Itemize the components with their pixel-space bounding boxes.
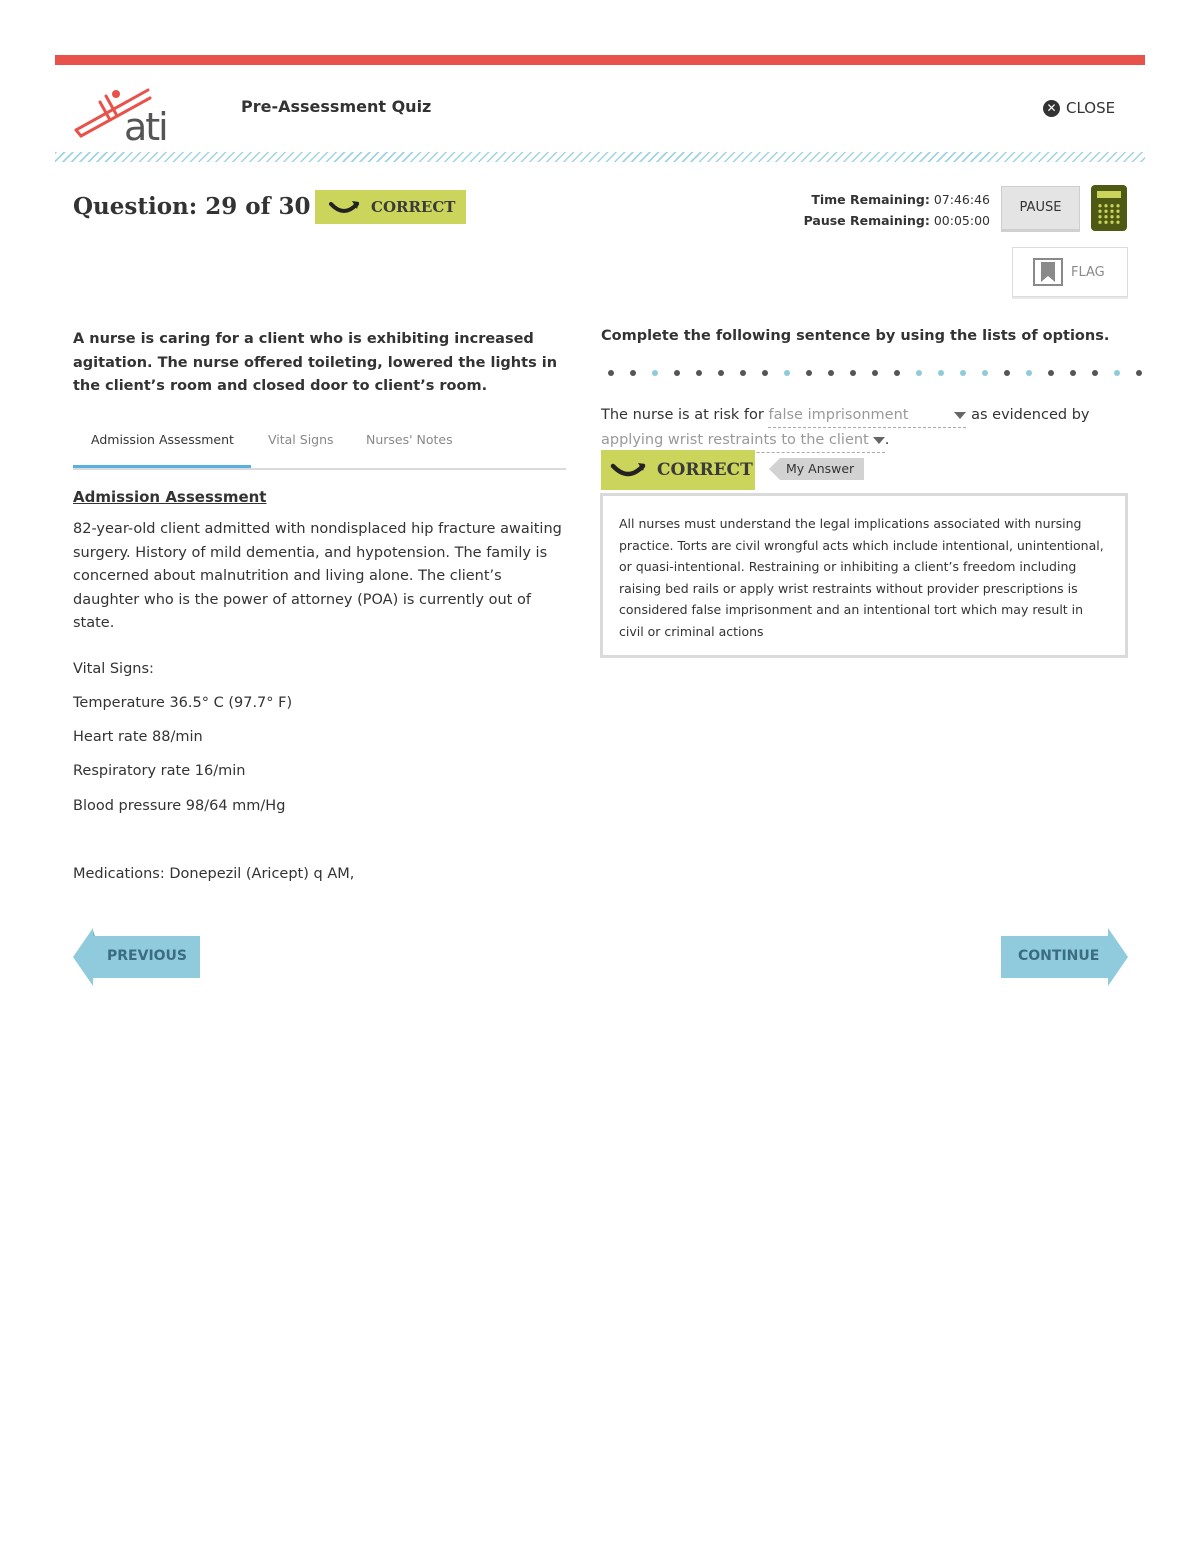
progress-dot <box>1136 370 1142 376</box>
close-icon: ✕ <box>1043 99 1060 117</box>
ati-logo: ati <box>72 80 192 150</box>
sentence-end: . <box>884 432 890 448</box>
rationale-box: All nurses must understand the legal imp… <box>600 493 1128 658</box>
timer-block: Time Remaining: 07:46:46 Pause Remaining… <box>760 189 990 231</box>
flag-button[interactable]: FLAG <box>1012 247 1128 297</box>
continue-label: CONTINUE <box>1018 948 1100 964</box>
sentence-part2: as evidenced by <box>971 407 1090 423</box>
progress-dot <box>1070 370 1076 376</box>
quiz-title: Pre-Assessment Quiz <box>241 97 432 116</box>
chevron-down-icon <box>954 412 967 419</box>
correct-icon <box>329 201 359 213</box>
previous-button[interactable]: PREVIOUS <box>73 928 201 986</box>
sentence-part1: The nurse is at risk for <box>601 407 764 423</box>
pause-remaining-label: Pause Remaining: <box>803 213 930 228</box>
header-divider <box>55 152 1145 162</box>
vital-temperature: Temperature 36.5° C (97.7° F) <box>73 695 293 711</box>
time-remaining-label: Time Remaining: <box>811 192 930 207</box>
progress-dot <box>806 370 812 376</box>
progress-dot <box>1114 370 1120 376</box>
progress-dot <box>630 370 636 376</box>
question-stem: A nurse is caring for a client who is ex… <box>73 331 558 394</box>
bookmark-icon <box>1033 258 1063 286</box>
dropdown-evidence-value: applying wrist restraints to the client <box>601 432 869 448</box>
pause-remaining-value: 00:05:00 <box>933 213 990 228</box>
progress-dot <box>1048 370 1054 376</box>
progress-dot <box>916 370 922 376</box>
progress-dot <box>1092 370 1098 376</box>
close-button[interactable]: ✕ CLOSE <box>1043 99 1115 117</box>
cloze-sentence: The nurse is at risk for false imprisonm… <box>601 403 1121 453</box>
progress-dot <box>960 370 966 376</box>
correct-badge: CORRECT <box>315 190 466 224</box>
calculator-icon[interactable] <box>1091 185 1127 231</box>
dropdown-risk-value: false imprisonment <box>768 407 909 423</box>
continue-button[interactable]: CONTINUE <box>1000 928 1128 986</box>
flag-label: FLAG <box>1071 264 1105 280</box>
admission-panel: Admission Assessment 82-year-old client … <box>73 488 568 636</box>
question-prompt: Complete the following sentence by using… <box>601 328 1110 344</box>
my-answer-tag[interactable]: My Answer <box>769 458 865 480</box>
admission-title: Admission Assessment <box>73 488 267 506</box>
progress-dot <box>718 370 724 376</box>
progress-dot <box>894 370 900 376</box>
active-tab-indicator <box>73 465 251 468</box>
correct-icon <box>610 463 646 477</box>
progress-dot <box>872 370 878 376</box>
progress-dot <box>828 370 834 376</box>
vitals-heading: Vital Signs: <box>73 661 154 677</box>
dropdown-risk[interactable]: false imprisonment <box>768 403 967 428</box>
arrow-left-icon <box>769 458 780 480</box>
time-remaining-value: 07:46:46 <box>933 192 990 207</box>
chevron-down-icon <box>872 436 885 444</box>
progress-dots <box>608 370 1142 382</box>
previous-label: PREVIOUS <box>107 948 188 964</box>
correct-badge-label: CORRECT <box>371 198 456 216</box>
tab-vital-signs[interactable]: Vital Signs <box>268 432 334 447</box>
admission-body: 82-year-old client admitted with nondisp… <box>73 521 562 631</box>
my-answer-label: My Answer <box>780 458 865 480</box>
pause-button[interactable]: PAUSE <box>1001 186 1080 230</box>
progress-dot <box>784 370 790 376</box>
progress-dot <box>850 370 856 376</box>
exhibit-tabs: Admission Assessment Vital Signs Nurses'… <box>73 430 566 470</box>
progress-dot <box>982 370 988 376</box>
tab-admission-assessment[interactable]: Admission Assessment <box>91 432 234 447</box>
answer-correct-label: CORRECT <box>657 460 753 480</box>
tab-nurses-notes[interactable]: Nurses' Notes <box>366 432 453 447</box>
vital-heart-rate: Heart rate 88/min <box>73 729 203 745</box>
top-accent-bar <box>55 55 1145 65</box>
medications: Medications: Donepezil (Aricept) q AM, <box>73 866 355 882</box>
progress-dot <box>740 370 746 376</box>
progress-dot <box>608 370 614 376</box>
answer-correct-badge: CORRECT <box>601 450 755 490</box>
progress-dot <box>938 370 944 376</box>
vital-respiratory-rate: Respiratory rate 16/min <box>73 763 246 779</box>
progress-dot <box>674 370 680 376</box>
vital-blood-pressure: Blood pressure 98/64 mm/Hg <box>73 798 286 814</box>
question-counter: Question: 29 of 30 <box>73 193 311 220</box>
progress-dot <box>762 370 768 376</box>
brand-wordmark: ati <box>124 105 167 149</box>
close-label: CLOSE <box>1066 99 1116 117</box>
progress-dot <box>696 370 702 376</box>
progress-dot <box>1026 370 1032 376</box>
progress-dot <box>652 370 658 376</box>
progress-dot <box>1004 370 1010 376</box>
